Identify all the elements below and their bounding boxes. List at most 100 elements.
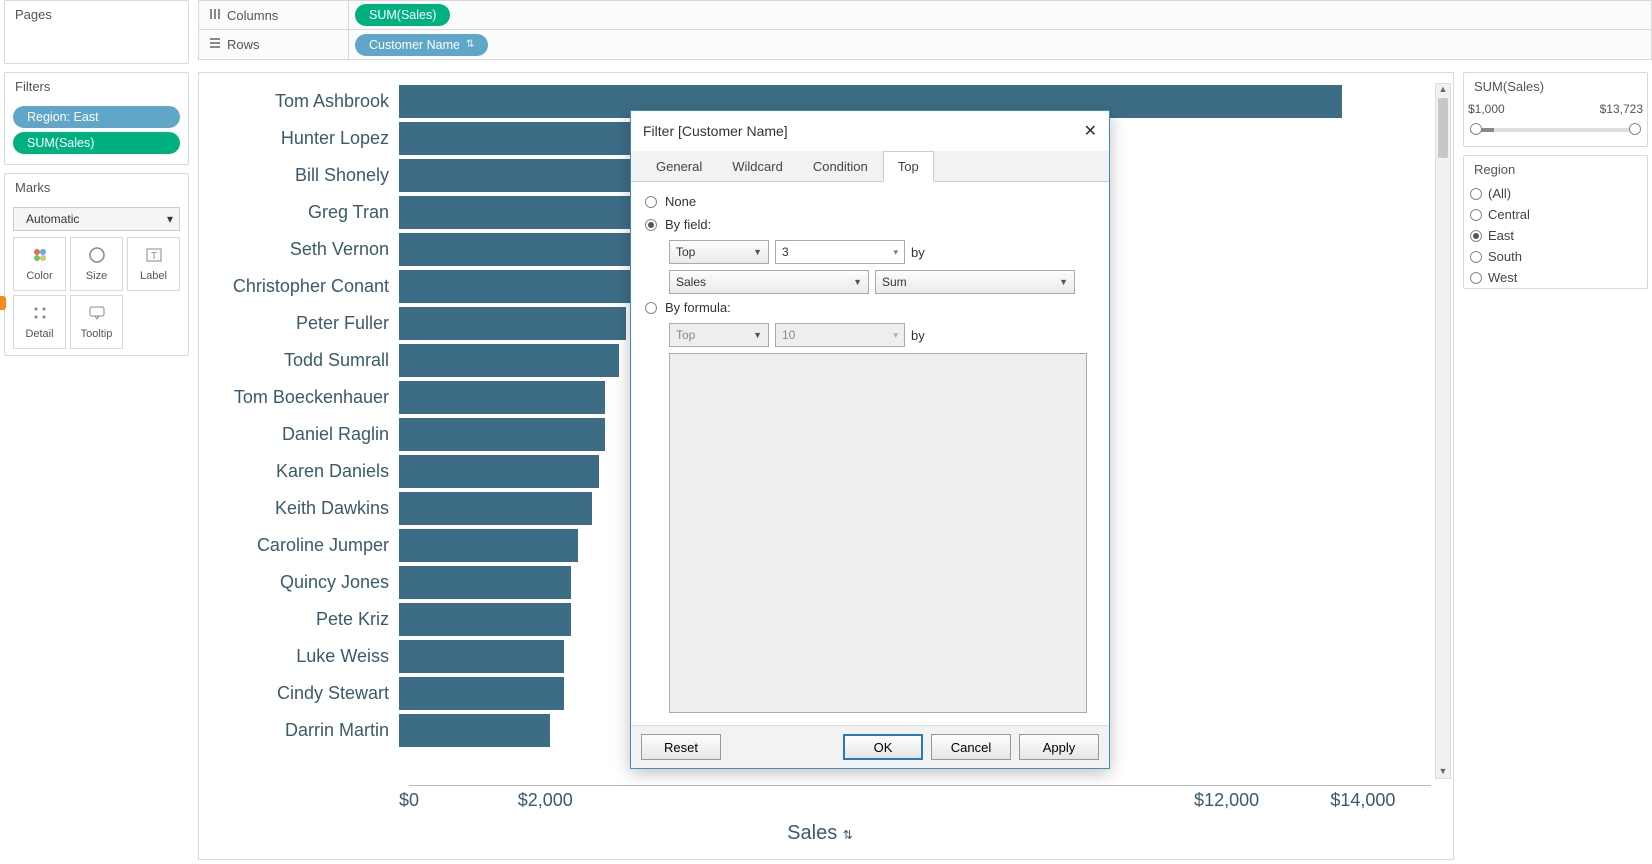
radio-icon <box>1470 230 1482 242</box>
range-min: $1,000 <box>1468 102 1505 116</box>
bar[interactable] <box>399 270 633 303</box>
row-label: Greg Tran <box>209 202 399 223</box>
detail-button[interactable]: Detail <box>13 295 66 349</box>
radio-icon <box>1470 251 1482 263</box>
scroll-up-icon[interactable]: ▲ <box>1436 84 1450 96</box>
opt-none-radio[interactable] <box>645 196 657 208</box>
bar[interactable] <box>399 529 578 562</box>
cancel-button[interactable]: Cancel <box>931 734 1011 760</box>
filter-dialog: Filter [Customer Name] ✕ GeneralWildcard… <box>630 110 1110 769</box>
bar[interactable] <box>399 455 599 488</box>
marks-title: Marks <box>5 174 188 201</box>
filter-pill[interactable]: Region: East <box>13 106 180 128</box>
x-tick: $12,000 <box>1194 790 1259 811</box>
rows-pill[interactable]: Customer Name ⇅ <box>355 34 488 56</box>
columns-icon <box>209 8 221 23</box>
bar[interactable] <box>399 381 605 414</box>
region-option[interactable]: East <box>1464 225 1647 246</box>
columns-pill[interactable]: SUM(Sales) <box>355 4 450 26</box>
bar[interactable] <box>399 566 571 599</box>
scroll-down-icon[interactable]: ▼ <box>1436 766 1450 778</box>
dialog-tab-top[interactable]: Top <box>883 151 934 182</box>
rows-shelf[interactable]: Rows Customer Name ⇅ <box>198 30 1652 60</box>
direction-select[interactable]: Top▼ <box>669 240 769 264</box>
row-label: Darrin Martin <box>209 720 399 741</box>
row-label: Quincy Jones <box>209 572 399 593</box>
ok-button[interactable]: OK <box>843 734 923 760</box>
tooltip-button[interactable]: Tooltip <box>70 295 123 349</box>
agg-select[interactable]: Sum▼ <box>875 270 1075 294</box>
formula-textarea <box>669 353 1087 713</box>
region-option[interactable]: South <box>1464 246 1647 267</box>
bar[interactable] <box>399 418 605 451</box>
chevron-down-icon: ▾ <box>167 212 173 226</box>
x-axis-title: Sales ⇅ <box>209 822 1431 845</box>
row-label: Karen Daniels <box>209 461 399 482</box>
size-icon <box>88 246 106 267</box>
bar[interactable] <box>399 677 564 710</box>
x-tick: $2,000 <box>518 790 573 811</box>
chart-scrollbar[interactable]: ▲ ▼ <box>1435 83 1451 779</box>
bar[interactable] <box>399 492 592 525</box>
dialog-tab-condition[interactable]: Condition <box>798 151 883 181</box>
scroll-thumb[interactable] <box>1438 98 1448 158</box>
opt-byfield-label: By field: <box>665 217 711 232</box>
count-input[interactable]: 3 ▾ <box>775 240 905 264</box>
filters-title: Filters <box>5 73 188 100</box>
region-option[interactable]: West <box>1464 267 1647 288</box>
region-option[interactable]: (All) <box>1464 183 1647 204</box>
range-max: $13,723 <box>1600 102 1643 116</box>
x-axis: $0$2,000$12,000$14,000 <box>409 785 1431 815</box>
row-label: Christopher Conant <box>209 276 399 297</box>
filter-pill[interactable]: SUM(Sales) <box>13 132 180 154</box>
bar[interactable] <box>399 307 626 340</box>
bar[interactable] <box>399 714 550 747</box>
svg-text:T: T <box>150 251 156 262</box>
row-label: Daniel Raglin <box>209 424 399 445</box>
by-text: by <box>911 245 925 260</box>
columns-shelf[interactable]: Columns SUM(Sales) <box>198 0 1652 30</box>
formula-direction-select: Top▼ <box>669 323 769 347</box>
bar[interactable] <box>399 640 564 673</box>
row-label: Peter Fuller <box>209 313 399 334</box>
region-option[interactable]: Central <box>1464 204 1647 225</box>
row-label: Cindy Stewart <box>209 683 399 704</box>
sum-sales-filter-card: SUM(Sales) $1,000 $13,723 <box>1463 72 1648 147</box>
bar[interactable] <box>399 603 571 636</box>
dialog-tab-general[interactable]: General <box>641 151 717 181</box>
opt-byformula-radio[interactable] <box>645 302 657 314</box>
label-button[interactable]: TLabel <box>127 237 180 291</box>
rows-icon <box>209 37 221 52</box>
row-label: Pete Kriz <box>209 609 399 630</box>
reset-button[interactable]: Reset <box>641 734 721 760</box>
formula-count-input: 10 ▾ <box>775 323 905 347</box>
dialog-tab-wildcard[interactable]: Wildcard <box>717 151 798 181</box>
radio-icon <box>1470 209 1482 221</box>
row-label: Tom Ashbrook <box>209 91 399 112</box>
apply-button[interactable]: Apply <box>1019 734 1099 760</box>
opt-none-label: None <box>665 194 696 209</box>
x-tick: $0 <box>399 790 419 811</box>
row-label: Hunter Lopez <box>209 128 399 149</box>
row-label: Caroline Jumper <box>209 535 399 556</box>
bar[interactable] <box>399 344 619 377</box>
opt-byfield-radio[interactable] <box>645 219 657 231</box>
filters-card: Filters Region: East SUM(Sales) <box>4 72 189 165</box>
range-slider[interactable] <box>1470 120 1641 140</box>
size-button[interactable]: Size <box>70 237 123 291</box>
pages-title: Pages <box>5 1 188 28</box>
tooltip-icon <box>88 304 106 325</box>
side-handle[interactable] <box>0 296 6 310</box>
detail-icon <box>31 304 49 325</box>
row-label: Seth Vernon <box>209 239 399 260</box>
color-button[interactable]: Color <box>13 237 66 291</box>
row-label: Luke Weiss <box>209 646 399 667</box>
close-icon[interactable]: ✕ <box>1084 121 1097 141</box>
field-select[interactable]: Sales▼ <box>669 270 869 294</box>
region-filter-card: Region (All)CentralEastSouthWest <box>1463 155 1648 289</box>
dialog-title: Filter [Customer Name] <box>643 123 788 139</box>
marks-type-select[interactable]: Automatic ▾ <box>13 207 180 231</box>
row-label: Keith Dawkins <box>209 498 399 519</box>
pages-card: Pages <box>4 0 189 64</box>
row-label: Todd Sumrall <box>209 350 399 371</box>
